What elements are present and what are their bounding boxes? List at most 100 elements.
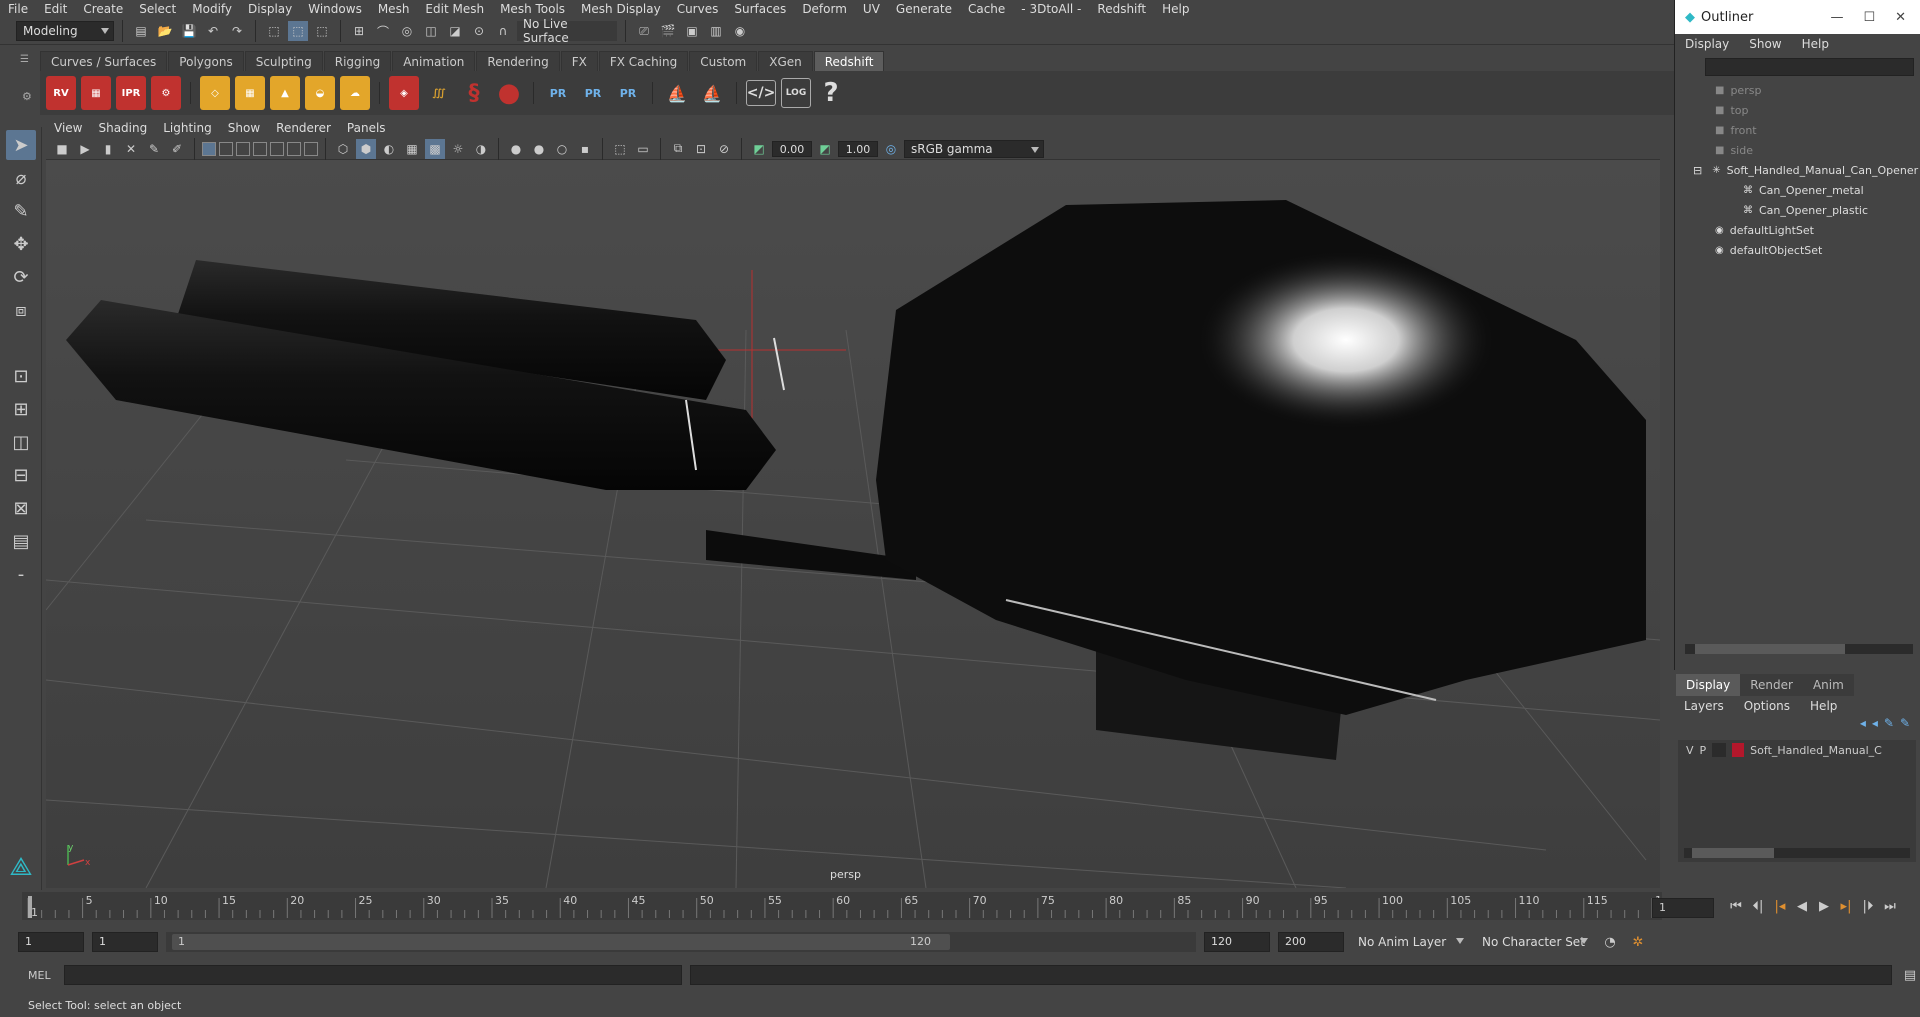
current-frame-marker[interactable] (28, 896, 32, 918)
menu-windows[interactable]: Windows (300, 2, 370, 16)
two-d-pan-icon[interactable]: ✎ (144, 139, 164, 159)
motion-blur-icon[interactable]: ● (529, 139, 549, 159)
panel-menu-lighting[interactable]: Lighting (155, 121, 220, 135)
go-to-end-icon[interactable]: ⏭ (1880, 896, 1900, 916)
outliner-menu-show[interactable]: Show (1739, 37, 1791, 51)
snap-surface-icon[interactable]: ◪ (445, 21, 465, 41)
rs-spot-light-button[interactable]: ▲ (270, 76, 300, 110)
shelf-tab-rigging[interactable]: Rigging (323, 51, 392, 71)
render-settings-icon[interactable]: ⎚ (634, 21, 654, 41)
panel-menu-show[interactable]: Show (220, 121, 268, 135)
layer-type-toggle[interactable] (1712, 743, 1727, 757)
playback-start-field[interactable]: 1 (92, 932, 158, 952)
shelf-tab-redshift[interactable]: Redshift (813, 51, 885, 71)
save-scene-icon[interactable]: 💾 (179, 21, 199, 41)
menu-display[interactable]: Display (240, 2, 300, 16)
shelf-tab-fx[interactable]: FX (560, 51, 598, 71)
lasso-tool-icon[interactable]: ⌀ (6, 163, 36, 193)
panel-menu-renderer[interactable]: Renderer (268, 121, 339, 135)
shadows-icon[interactable]: ◑ (471, 139, 491, 159)
render-frame-icon[interactable]: 🎬 (658, 21, 678, 41)
snap-curve-icon[interactable]: ⌒ (373, 21, 393, 41)
panel-menu-view[interactable]: View (46, 121, 90, 135)
panel-menu-shading[interactable]: Shading (90, 121, 155, 135)
step-forward-key-icon[interactable]: |⏵ (1858, 896, 1878, 916)
step-forward-frame-icon[interactable]: ▸| (1836, 896, 1856, 916)
rotate-tool-icon[interactable]: ⟳ (6, 262, 36, 292)
safe-action-icon[interactable] (287, 141, 301, 156)
safe-title-icon[interactable] (304, 141, 318, 156)
shelf-settings-icon[interactable]: ⚙ (22, 90, 32, 103)
gate-mask-icon[interactable] (253, 141, 267, 156)
outliner-item[interactable]: ■ side (1675, 140, 1920, 160)
select-component-icon[interactable]: ⬚ (312, 21, 332, 41)
layer-name[interactable]: Soft_Handled_Manual_C (1750, 744, 1882, 757)
paint-select-icon[interactable]: ✎ (6, 196, 36, 226)
viewport-persp[interactable] (46, 160, 1660, 888)
go-to-start-icon[interactable]: ⏮ (1726, 896, 1746, 916)
menu-mesh-display[interactable]: Mesh Display (573, 2, 669, 16)
wireframe-icon[interactable]: ⬡ (333, 139, 353, 159)
ipr-render-icon[interactable]: ▣ (682, 21, 702, 41)
rs-sun-sky-button[interactable]: ☁ (340, 76, 370, 110)
command-language-label[interactable]: MEL (28, 969, 56, 982)
new-scene-icon[interactable]: ▤ (131, 21, 151, 41)
grease-pencil-icon[interactable]: ✐ (167, 139, 187, 159)
menu-curves[interactable]: Curves (669, 2, 727, 16)
isolate-select-icon[interactable]: ⬚ (610, 139, 630, 159)
screen-space-ao-icon[interactable]: ● (506, 139, 526, 159)
outliner-item[interactable]: ◉ defaultLightSet (1675, 220, 1920, 240)
playback-end-field[interactable]: 120 (1204, 932, 1270, 952)
rs-volume-button[interactable]: ∭ (424, 76, 454, 110)
snap-view-icon[interactable]: ◫ (421, 21, 441, 41)
menu-file[interactable]: File (0, 2, 36, 16)
step-back-frame-icon[interactable]: |◂ (1770, 896, 1790, 916)
magnet-icon[interactable]: ∩ (493, 21, 513, 41)
four-view-layout-icon[interactable]: ⊞ (6, 394, 36, 424)
bookmark-icon[interactable]: ▮ (98, 139, 118, 159)
wireframe-on-shaded-icon[interactable]: ▦ (402, 139, 422, 159)
time-slider[interactable]: 1 5 10 15 20 25 30 35 40 45 50 55 60 65 70 75 80 85 90 95 10… (22, 892, 1676, 920)
snap-point-icon[interactable]: ◎ (397, 21, 417, 41)
depth-of-field-icon[interactable]: ▪ (575, 139, 595, 159)
outliner-layout-icon[interactable]: ⊠ (6, 493, 36, 523)
color-management-icon[interactable]: ◎ (881, 139, 901, 159)
menu-uv[interactable]: UV (855, 2, 888, 16)
layer-playback-toggle[interactable]: P (1700, 744, 1707, 757)
shelf-tab-curves-surfaces[interactable]: Curves / Surfaces (40, 51, 168, 71)
current-frame-field[interactable]: 1 (1652, 898, 1714, 918)
rs-script-editor-button[interactable]: </> (746, 80, 776, 106)
mode-selector[interactable]: Modeling (16, 21, 114, 41)
menu-surfaces[interactable]: Surfaces (726, 2, 794, 16)
exposure-field[interactable]: 0.00 (772, 140, 812, 157)
rs-post-fx-button[interactable]: PR (543, 76, 573, 110)
outliner-item[interactable]: ◉ defaultObjectSet (1675, 240, 1920, 260)
camera-attr-icon[interactable]: ▶ (75, 139, 95, 159)
grid-toggle-icon[interactable] (202, 141, 216, 156)
anim-prefs-icon[interactable]: ✲ (1628, 932, 1648, 952)
menu-generate[interactable]: Generate (888, 2, 960, 16)
panel-menu-panels[interactable]: Panels (339, 121, 394, 135)
shelf-tab-fx-caching[interactable]: FX Caching (598, 51, 689, 71)
shelf-menu-icon[interactable]: ☰ (20, 54, 29, 65)
redo-icon[interactable]: ↷ (227, 21, 247, 41)
rs-post-fx-swap-button[interactable]: PR (613, 76, 643, 110)
select-object-icon[interactable]: ⬚ (288, 21, 308, 41)
rs-ipr-button[interactable]: IPR (116, 76, 146, 110)
rs-batch-render-button[interactable]: ▦ (81, 76, 111, 110)
colorspace-dropdown[interactable]: sRGB gamma (904, 139, 1044, 158)
layer-hscrollbar[interactable] (1684, 848, 1910, 858)
multisample-aa-icon[interactable]: ○ (552, 139, 572, 159)
snap-grid-icon[interactable]: ⊞ (349, 21, 369, 41)
live-surface-field[interactable]: No Live Surface (517, 17, 617, 45)
menu-select[interactable]: Select (131, 2, 184, 16)
frame-selected-icon[interactable]: ⊡ (691, 139, 711, 159)
layer-tab-render[interactable]: Render (1740, 674, 1803, 696)
menu-mesh-tools[interactable]: Mesh Tools (492, 2, 573, 16)
rs-render-settings-button[interactable]: ⚙ (151, 76, 181, 110)
character-set-dropdown[interactable]: No Character Set (1476, 932, 1592, 952)
film-gate-icon[interactable] (219, 141, 233, 156)
menu-edit[interactable]: Edit (36, 2, 75, 16)
maximize-icon[interactable]: ☐ (1863, 10, 1875, 25)
single-view-layout-icon[interactable]: ⊡ (6, 361, 36, 391)
